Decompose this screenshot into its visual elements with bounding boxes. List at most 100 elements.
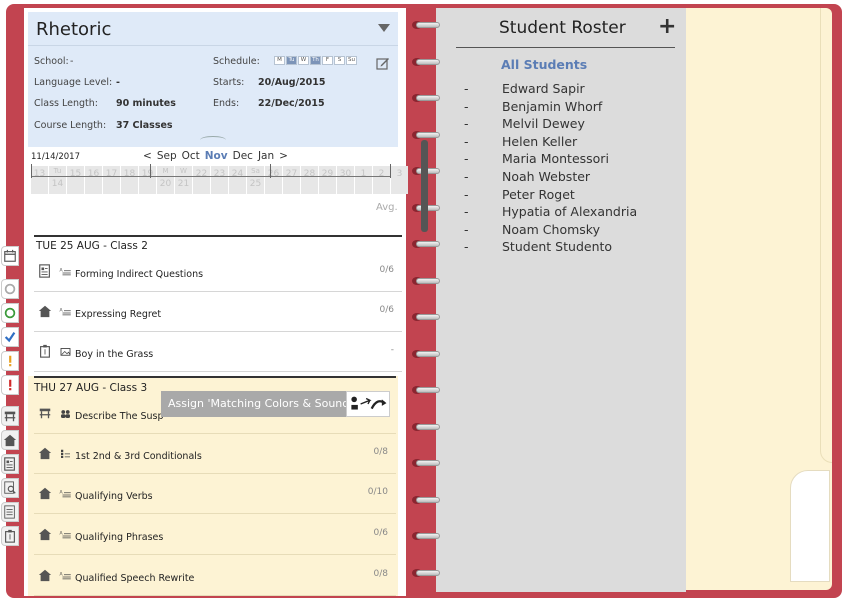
- activity-row[interactable]: A Qualified Speech Rewrite 0/8: [34, 556, 396, 596]
- search-doc-icon[interactable]: [1, 478, 19, 498]
- binder-ring: [412, 20, 440, 30]
- student-item[interactable]: - Maria Montessori: [464, 151, 609, 166]
- calendar-day-number: 21: [177, 179, 190, 189]
- activity-score: 0/8: [373, 447, 388, 457]
- day-th[interactable]: Th: [310, 56, 321, 65]
- student-item[interactable]: - Melvil Dewey: [464, 116, 585, 131]
- exclamation-red-icon[interactable]: [1, 375, 19, 395]
- calendar-day-cell[interactable]: 16: [85, 166, 102, 194]
- svg-text:A: A: [60, 572, 64, 578]
- schedule-label: Schedule:: [213, 56, 260, 67]
- folder-edge: [820, 8, 832, 463]
- day-su[interactable]: Su: [346, 56, 357, 65]
- add-student-button[interactable]: +: [658, 14, 676, 39]
- class-title[interactable]: TUE 25 AUG - Class 2: [36, 240, 148, 252]
- list-doc-icon[interactable]: [1, 502, 19, 522]
- course-length-label: Course Length:: [34, 120, 107, 131]
- activity-row[interactable]: A Qualifying Verbs 0/10: [34, 474, 396, 514]
- calendar-day-number: 27: [285, 169, 298, 179]
- course-header[interactable]: Rhetoric: [28, 12, 398, 46]
- calendar-day-cell[interactable]: 19: [139, 166, 156, 194]
- calendar-day-cell[interactable]: 22: [193, 166, 210, 194]
- calendar-day-cell[interactable]: 26: [265, 166, 282, 194]
- calendar-day-cell[interactable]: 23: [211, 166, 228, 194]
- calendar-day-cell[interactable]: 3: [391, 166, 408, 194]
- day-s[interactable]: S: [334, 56, 345, 65]
- class-title[interactable]: THU 27 AUG - Class 3: [34, 382, 147, 394]
- calendar-day-cell[interactable]: 18: [121, 166, 138, 194]
- language-level-value: -: [116, 77, 120, 88]
- circle-green-icon[interactable]: [1, 303, 19, 323]
- prev-month-button[interactable]: <: [143, 150, 152, 162]
- month-dec[interactable]: Dec: [233, 150, 253, 162]
- calendar-icon[interactable]: [1, 246, 19, 266]
- page-scroll-indicator[interactable]: [421, 140, 428, 232]
- clipboard-icon[interactable]: [1, 526, 19, 546]
- circle-grey-icon[interactable]: [1, 279, 19, 299]
- chevron-down-icon[interactable]: [378, 24, 390, 32]
- calendar-day-number: 18: [123, 169, 136, 179]
- house-icon[interactable]: [1, 430, 19, 450]
- calendar-day-cell[interactable]: M 20: [157, 166, 174, 194]
- student-item[interactable]: - Hypatia of Alexandria: [464, 204, 637, 219]
- calendar-day-cell[interactable]: 2: [373, 166, 390, 194]
- binder-ring: [412, 312, 440, 322]
- activity-row[interactable]: A Forming Indirect Questions 0/6: [34, 252, 402, 292]
- calendar-day-cell[interactable]: Sa 25: [247, 166, 264, 194]
- month-oct[interactable]: Oct: [182, 150, 200, 162]
- edit-icon[interactable]: [376, 56, 390, 70]
- day-tu[interactable]: Tu: [286, 56, 297, 65]
- text-lines-icon: A: [58, 304, 73, 316]
- student-dash: -: [464, 81, 469, 96]
- activity-label: Qualified Speech Rewrite: [75, 573, 195, 584]
- calendar-day-cell[interactable]: 17: [103, 166, 120, 194]
- collapse-handle[interactable]: [200, 136, 226, 144]
- all-students-link[interactable]: All Students: [501, 57, 587, 72]
- svg-text:A: A: [60, 308, 64, 314]
- month-jan[interactable]: Jan: [258, 150, 274, 162]
- activity-row[interactable]: 1st 2nd & 3rd Conditionals 0/8: [34, 434, 396, 474]
- calendar-day-cell[interactable]: W 21: [175, 166, 192, 194]
- activity-score: 0/6: [379, 265, 394, 275]
- calendar-day-cell[interactable]: 27: [283, 166, 300, 194]
- student-item[interactable]: - Edward Sapir: [464, 81, 585, 96]
- month-navigation: < Sep Oct Nov Dec Jan >: [143, 150, 288, 162]
- day-w[interactable]: W: [298, 56, 309, 65]
- calendar-tick: [270, 164, 271, 178]
- student-item[interactable]: - Noam Chomsky: [464, 222, 600, 237]
- assign-arrow-icon[interactable]: [346, 391, 390, 417]
- student-item[interactable]: - Peter Roget: [464, 187, 575, 202]
- worksheet-icon[interactable]: [1, 454, 19, 474]
- student-name: Benjamin Whorf: [502, 98, 603, 114]
- calendar-day-number: 29: [321, 169, 334, 179]
- day-f[interactable]: F: [322, 56, 333, 65]
- activity-row[interactable]: A Qualifying Phrases 0/6: [34, 515, 396, 555]
- calendar-day-cell[interactable]: 30: [337, 166, 354, 194]
- student-item[interactable]: - Benjamin Whorf: [464, 99, 602, 114]
- month-sep[interactable]: Sep: [157, 150, 177, 162]
- calendar-day-cell[interactable]: 28: [301, 166, 318, 194]
- calendar-weekday: M: [162, 167, 169, 175]
- binder-ring: [412, 458, 440, 468]
- calendar-day-number: 20: [159, 179, 172, 189]
- check-blue-icon[interactable]: [1, 327, 19, 347]
- folder-tab[interactable]: [790, 470, 830, 582]
- activity-row[interactable]: A Expressing Regret 0/6: [34, 292, 402, 332]
- people-icon: [58, 406, 73, 418]
- next-month-button[interactable]: >: [279, 150, 288, 162]
- activity-row[interactable]: Boy in the Grass -: [34, 332, 402, 372]
- calendar-day-cell[interactable]: 15: [67, 166, 84, 194]
- month-nov[interactable]: Nov: [205, 150, 228, 162]
- student-item[interactable]: - Student Studento: [464, 239, 612, 254]
- exclamation-orange-icon[interactable]: [1, 351, 19, 371]
- student-item[interactable]: - Helen Keller: [464, 134, 577, 149]
- calendar-day-cell[interactable]: 1: [355, 166, 372, 194]
- calendar-day-cell[interactable]: 29: [319, 166, 336, 194]
- classroom-icon[interactable]: [1, 406, 19, 426]
- text-lines-icon: A: [58, 568, 73, 580]
- student-item[interactable]: - Noah Webster: [464, 169, 590, 184]
- calendar-day-cell[interactable]: Tu 14: [49, 166, 66, 194]
- calendar-day-cell[interactable]: 24: [229, 166, 246, 194]
- calendar-day-cell[interactable]: 13: [31, 166, 48, 194]
- day-m[interactable]: M: [274, 56, 285, 65]
